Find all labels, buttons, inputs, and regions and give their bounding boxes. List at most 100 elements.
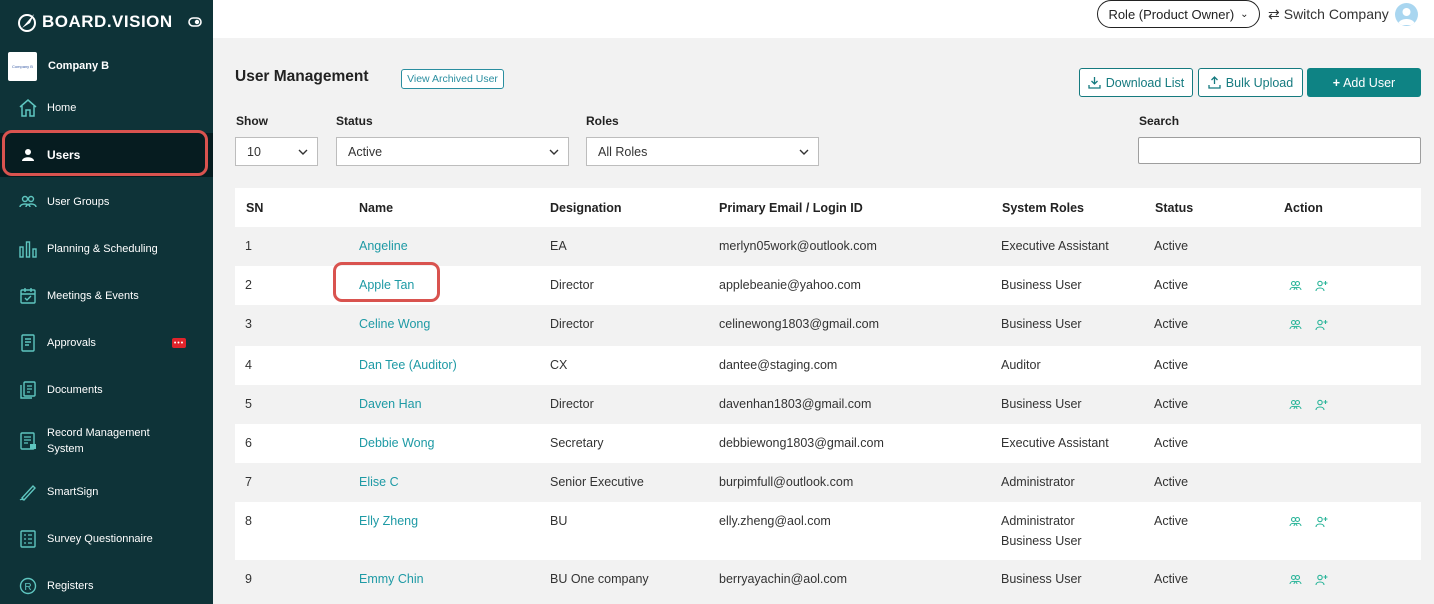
cell-sn: 8	[245, 514, 252, 528]
role-dropdown[interactable]: Role (Product Owner) ⌄	[1097, 0, 1260, 28]
search-label: Search	[1139, 114, 1180, 128]
sidebar-item-registers[interactable]: R Registers	[0, 564, 213, 604]
bulk-upload-button[interactable]: Bulk Upload	[1198, 68, 1303, 97]
user-group-action-icon[interactable]	[1289, 398, 1302, 411]
table-row: 5 Daven Han Director davenhan1803@gmail.com…	[235, 385, 1421, 424]
sidebar-item-home[interactable]: Home	[0, 86, 213, 130]
sidebar-item-approvals[interactable]: Approvals •••	[0, 321, 213, 365]
bulk-upload-label: Bulk Upload	[1225, 75, 1294, 90]
avatar-icon	[1398, 8, 1415, 25]
cell-designation: BU	[550, 514, 568, 528]
add-user-label: Add User	[1343, 75, 1396, 90]
approvals-icon	[21, 334, 35, 352]
user-name-link[interactable]: Elly Zheng	[359, 511, 418, 531]
role-label: Role (Product Owner)	[1108, 6, 1235, 22]
user-name-link[interactable]: Emmy Chin	[359, 569, 424, 589]
cell-sn: 1	[245, 239, 252, 253]
user-group-action-icon[interactable]	[1289, 318, 1302, 331]
plus-icon: +	[1332, 75, 1341, 90]
company-switcher[interactable]: Company B Company B	[8, 50, 208, 82]
sidebar-item-user-groups[interactable]: User Groups	[0, 180, 213, 224]
cell-system-role: Business User	[1001, 317, 1082, 331]
user-group-action-icon[interactable]	[1289, 279, 1302, 292]
sidebar-item-survey[interactable]: Survey Questionnaire	[0, 517, 213, 561]
cell-email: debbiewong1803@gmail.com	[719, 436, 884, 450]
cell-status: Active	[1154, 475, 1189, 489]
cell-email: elly.zheng@aol.com	[719, 514, 831, 528]
sidebar-item-planning[interactable]: Planning & Scheduling	[0, 227, 213, 271]
chevron-down-icon	[799, 149, 809, 155]
user-name-link[interactable]: Dan Tee (Auditor)	[359, 355, 457, 375]
header-sn: SN	[246, 201, 264, 215]
cell-status: Active	[1154, 397, 1189, 411]
cell-designation: EA	[550, 239, 567, 253]
row-actions	[1289, 515, 1328, 528]
sidebar-item-documents[interactable]: Documents	[0, 368, 213, 412]
table-row: 3 Celine Wong Director celinewong1803@gmail…	[235, 305, 1421, 346]
cell-email: applebeanie@yahoo.com	[719, 278, 861, 292]
cell-system-role: Administrator	[1001, 514, 1075, 528]
sidebar-item-meetings[interactable]: Meetings & Events	[0, 274, 213, 318]
cell-designation: Senior Executive	[550, 475, 644, 489]
table-row: 6 Debbie Wong Secretary debbiewong1803@gmai…	[235, 424, 1421, 463]
logo-icon	[18, 14, 36, 32]
apple-tan-highlight-annotation	[333, 262, 440, 302]
view-archived-user-button[interactable]: View Archived User	[401, 69, 504, 89]
table-row: 7 Elise C Senior Executive burpimfull@outlo…	[235, 463, 1421, 502]
cell-system-role: Auditor	[1001, 358, 1041, 372]
download-list-button[interactable]: Download List	[1079, 68, 1193, 97]
cell-system-role: Administrator	[1001, 475, 1075, 489]
search-input[interactable]	[1138, 137, 1421, 164]
cell-status: Active	[1154, 278, 1189, 292]
add-user-action-icon[interactable]	[1315, 515, 1328, 528]
roles-select[interactable]: All Roles	[586, 137, 819, 166]
company-name: Company B	[48, 60, 110, 72]
roles-label: Roles	[586, 114, 619, 128]
sidebar-toggle-icon[interactable]	[188, 15, 202, 29]
cell-status: Active	[1154, 514, 1189, 528]
download-list-label: Download List	[1105, 75, 1185, 90]
user-group-action-icon[interactable]	[1289, 515, 1302, 528]
add-user-button[interactable]: + Add User	[1307, 68, 1421, 97]
cell-status: Active	[1154, 436, 1189, 450]
user-name-link[interactable]: Elise C	[359, 472, 399, 492]
add-user-action-icon[interactable]	[1315, 279, 1328, 292]
chevron-down-icon	[298, 149, 308, 155]
header-action: Action	[1284, 201, 1323, 215]
user-name-link[interactable]: Daven Han	[359, 394, 422, 414]
sidebar-item-record-management[interactable]: Record Management System	[0, 419, 213, 463]
cell-sn: 3	[245, 317, 252, 331]
cell-system-role: Business User	[1001, 278, 1082, 292]
header-email: Primary Email / Login ID	[719, 201, 863, 215]
header-system-roles: System Roles	[1002, 201, 1084, 215]
logo-text: BOARD.VISION	[42, 12, 173, 31]
table-header: SN Name Designation Primary Email / Logi…	[235, 188, 1421, 227]
status-value: Active	[348, 144, 383, 159]
company-logo: Company B	[8, 51, 37, 81]
user-group-action-icon[interactable]	[1289, 573, 1302, 586]
app-logo[interactable]: BOARD.VISION	[16, 10, 206, 34]
sidebar-item-smartsign[interactable]: SmartSign	[0, 470, 213, 514]
user-name-link[interactable]: Angeline	[359, 236, 408, 256]
show-label: Show	[236, 114, 268, 128]
user-name-link[interactable]: Celine Wong	[359, 314, 430, 334]
header-designation: Designation	[550, 201, 622, 215]
add-user-action-icon[interactable]	[1315, 573, 1328, 586]
record-icon	[20, 432, 36, 450]
user-name-link[interactable]: Debbie Wong	[359, 433, 435, 453]
survey-icon	[20, 530, 36, 548]
table-row: 9 Emmy Chin BU One company berryayachin@aol…	[235, 560, 1421, 599]
approvals-badge: •••	[172, 338, 186, 348]
cell-designation: BU One company	[550, 572, 649, 586]
add-user-action-icon[interactable]	[1315, 398, 1328, 411]
show-select[interactable]: 10	[235, 137, 318, 166]
switch-icon: ⇄	[1268, 5, 1280, 22]
documents-icon	[20, 381, 36, 399]
switch-company-button[interactable]: ⇄ Switch Company	[1268, 5, 1389, 23]
avatar[interactable]	[1395, 3, 1418, 26]
status-label: Status	[336, 114, 373, 128]
add-user-action-icon[interactable]	[1315, 318, 1328, 331]
cell-sn: 2	[245, 278, 252, 292]
header-name: Name	[359, 201, 394, 215]
status-select[interactable]: Active	[336, 137, 569, 166]
